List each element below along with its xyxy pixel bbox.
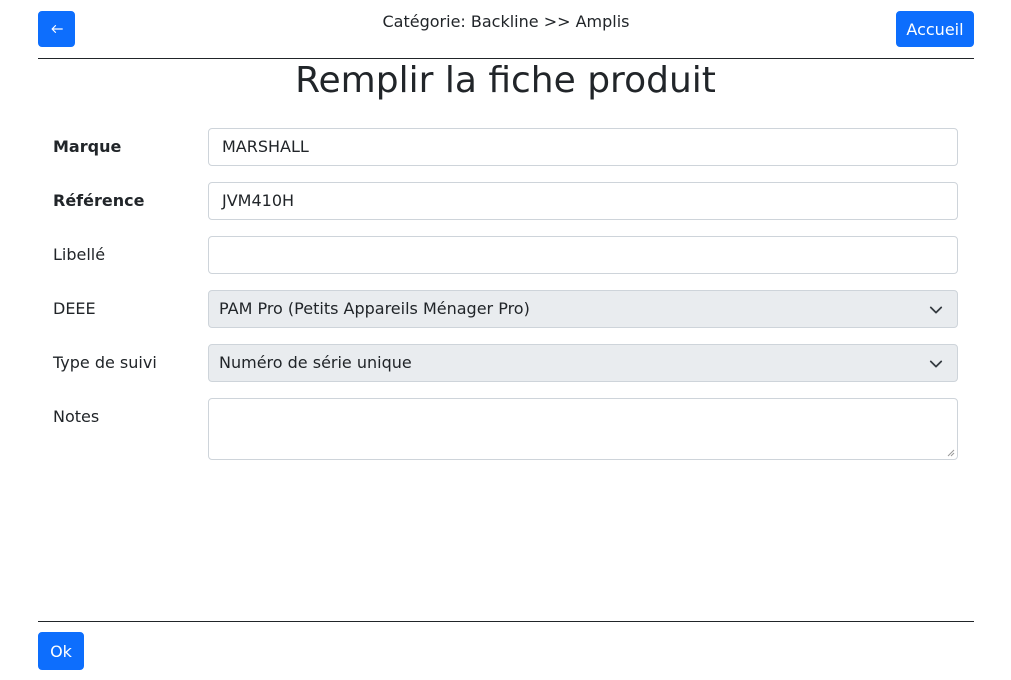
deee-label: DEEE — [53, 299, 96, 318]
name-row: Libellé — [38, 236, 958, 274]
page-title: Remplir la fiche produit — [295, 60, 716, 101]
brand-input[interactable]: MARSHALL — [208, 128, 958, 166]
reference-input[interactable]: JVM410H — [208, 182, 958, 220]
footer-divider — [38, 621, 974, 622]
reference-row: Référence JVM410H — [38, 182, 958, 220]
deee-select[interactable]: PAM Pro (Petits Appareils Ménager Pro) — [208, 290, 958, 328]
brand-label: Marque — [53, 137, 122, 156]
chevron-down-icon — [929, 360, 943, 368]
tracking-row: Type de suivi Numéro de série unique — [38, 344, 958, 382]
deee-row: DEEE PAM Pro (Petits Appareils Ménager P… — [38, 290, 958, 328]
notes-textarea[interactable] — [208, 398, 958, 460]
header-bar: Catégorie: Backline >> Amplis Accueil — [38, 0, 974, 59]
category-breadcrumb: Catégorie: Backline >> Amplis — [382, 12, 630, 31]
home-button[interactable]: Accueil — [896, 11, 974, 47]
ok-button[interactable]: Ok — [38, 632, 84, 670]
name-label: Libellé — [53, 245, 106, 264]
tracking-select[interactable]: Numéro de série unique — [208, 344, 958, 382]
notes-row: Notes — [38, 398, 958, 460]
resize-grip-icon[interactable] — [947, 449, 955, 457]
chevron-down-icon — [929, 306, 943, 314]
notes-label: Notes — [53, 407, 100, 426]
brand-row: Marque MARSHALL — [38, 128, 958, 166]
tracking-selected-value: Numéro de série unique — [219, 353, 412, 372]
name-input[interactable] — [208, 236, 958, 274]
reference-label: Référence — [53, 191, 145, 210]
deee-selected-value: PAM Pro (Petits Appareils Ménager Pro) — [219, 299, 530, 318]
tracking-label: Type de suivi — [53, 353, 157, 372]
